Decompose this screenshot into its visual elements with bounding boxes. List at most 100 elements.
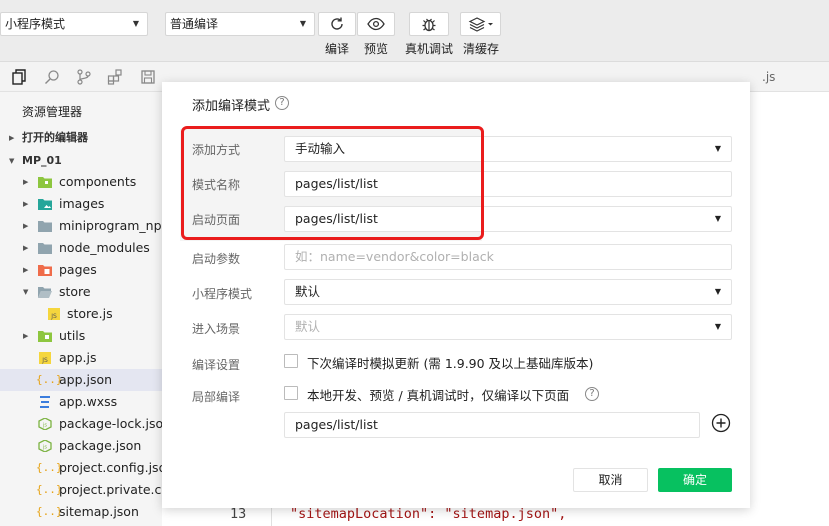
tree-item-label: app.json [59,372,113,387]
chevron-down-icon: ▼ [714,287,721,296]
scene-select[interactable]: 默认 ▼ [284,314,732,340]
project-label: MP_01 [22,154,62,167]
tree-item-store[interactable]: ▼ store [0,281,162,303]
chevron-right-icon: ▶ [23,178,29,186]
compile-button[interactable] [318,12,356,36]
open-editors-label: 打开的编辑器 [22,131,88,144]
tree-item-label: project.config.json [59,460,162,475]
partial-compile-checkbox[interactable] [284,386,298,400]
editor-tab-label[interactable]: .js [762,70,775,84]
tree-item-pages[interactable]: ▶ pages [0,259,162,281]
mp-mode-select[interactable]: 默认 ▼ [284,279,732,305]
scene-placeholder: 默认 [295,319,321,334]
simulate-update-checkbox[interactable] [284,354,298,368]
source-control-icon[interactable] [76,69,92,85]
tree-item-app-js[interactable]: JS app.js [0,347,162,369]
open-editors-section[interactable]: ▶ 打开的编辑器 [0,127,162,149]
chevron-down-icon: ▼ [132,19,139,28]
chevron-right-icon: ▶ [23,200,29,208]
wxss-file-icon [40,396,50,408]
start-params-input[interactable]: 如：name=vendor&color=black [284,244,732,270]
tree-item-label: utils [59,328,86,343]
scene-label: 进入场景 [192,322,241,336]
tree-item-label: package.json [59,438,142,453]
utils-folder-icon [38,331,52,342]
chevron-right-icon: ▶ [9,134,15,142]
compile-settings-label: 编译设置 [192,358,241,372]
chevron-down-icon: ▼ [299,19,306,28]
confirm-button[interactable]: 确定 [658,468,732,492]
explorer-title: 资源管理器 [22,105,83,119]
tree-item-label: miniprogram_npm [59,218,162,233]
simulate-update-text: 下次编译时模拟更新 (需 1.9.90 及以上基础库版本) [307,356,594,371]
refresh-icon [331,17,343,30]
components-folder-icon [38,177,52,188]
partial-compile-page-value: pages/list/list [295,417,378,432]
clear-cache-button[interactable] [460,12,501,36]
tree-item-label: sitemap.json [59,504,139,519]
chevron-down-icon: ▼ [9,157,15,165]
tree-item-store-js[interactable]: JS store.js [0,303,162,325]
add-circle-icon[interactable] [711,413,731,433]
tree-item-label: app.js [59,350,97,365]
tree-item-label: pages [59,262,97,277]
svg-text:js: js [42,445,47,451]
chevron-down-icon: ▼ [714,144,721,153]
chevron-right-icon: ▶ [23,244,29,252]
tree-item-app-wxss[interactable]: app.wxss [0,391,162,413]
save-icon[interactable] [140,69,156,85]
chevron-down-icon: ▼ [23,288,29,296]
explorer-sidebar: 资源管理器 ▶ 打开的编辑器 ▼ MP_01 ▶ components ▶ im… [0,92,162,526]
folder-icon [38,221,52,232]
tree-item-project-config-json[interactable]: {..} project.config.json [0,457,162,479]
svg-text:js: js [42,423,47,429]
remote-debug-label: 真机调试 [404,42,453,56]
devtools-window: 小程序模式 ▼ 普通编译 ▼ 编译 预览 真机调试 清缓存 .js 资源管理器 … [0,0,829,526]
compile-label: 编译 [324,42,349,56]
npm-file-icon: js [38,440,52,452]
chevron-right-icon: ▶ [23,332,29,340]
mode-select[interactable]: 小程序模式 ▼ [0,12,148,36]
preview-label: 预览 [363,42,388,56]
tree-item-label: app.wxss [59,394,118,409]
json-file-icon: {..} [36,461,63,474]
code-line[interactable]: "sitemapLocation": "sitemap.json", [290,506,566,522]
preview-button[interactable] [357,12,395,36]
mode-select-value: 小程序模式 [5,17,66,31]
layers-icon [468,17,493,32]
npm-file-icon: js [38,418,52,430]
search-icon[interactable] [44,69,60,85]
tree-item-app-json[interactable]: {..} app.json [0,369,162,391]
compile-select-value: 普通编译 [170,17,219,31]
files-icon[interactable] [11,69,27,85]
remote-debug-button[interactable] [409,12,449,36]
tree-item-miniprogram-npm[interactable]: ▶ miniprogram_npm [0,215,162,237]
chevron-down-icon: ▼ [714,322,721,331]
tree-item-project-private-config-json[interactable]: {..} project.private.config.json [0,479,162,501]
tree-item-label: store [59,284,91,299]
json-file-icon: {..} [36,505,63,518]
tree-item-sitemap-json[interactable]: {..} sitemap.json [0,501,162,523]
project-section[interactable]: ▼ MP_01 [0,150,162,172]
start-params-placeholder: 如：name=vendor&color=black [295,249,494,264]
tree-item-components[interactable]: ▶ components [0,171,162,193]
extensions-icon[interactable] [107,69,123,85]
dialog-title: 添加编译模式 [192,99,271,114]
partial-compile-page-input[interactable]: pages/list/list [284,412,700,438]
tree-item-package-json[interactable]: js package.json [0,435,162,457]
tree-item-utils[interactable]: ▶ utils [0,325,162,347]
cancel-button[interactable]: 取消 [573,468,648,492]
bug-icon [422,18,436,32]
red-highlight-box [181,126,484,240]
help-icon[interactable]: ? [585,387,599,401]
tree-item-images[interactable]: ▶ images [0,193,162,215]
js-file-icon: JS [48,308,60,320]
pages-folder-icon [38,265,52,276]
clear-cache-label: 清缓存 [462,42,499,56]
top-toolbar: 小程序模式 ▼ 普通编译 ▼ 编译 预览 真机调试 清缓存 [0,0,829,62]
mp-mode-value: 默认 [295,284,321,299]
tree-item-node-modules[interactable]: ▶ node_modules [0,237,162,259]
compile-select[interactable]: 普通编译 ▼ [165,12,315,36]
help-icon[interactable]: ? [275,96,289,110]
tree-item-package-lock-json[interactable]: js package-lock.json [0,413,162,435]
